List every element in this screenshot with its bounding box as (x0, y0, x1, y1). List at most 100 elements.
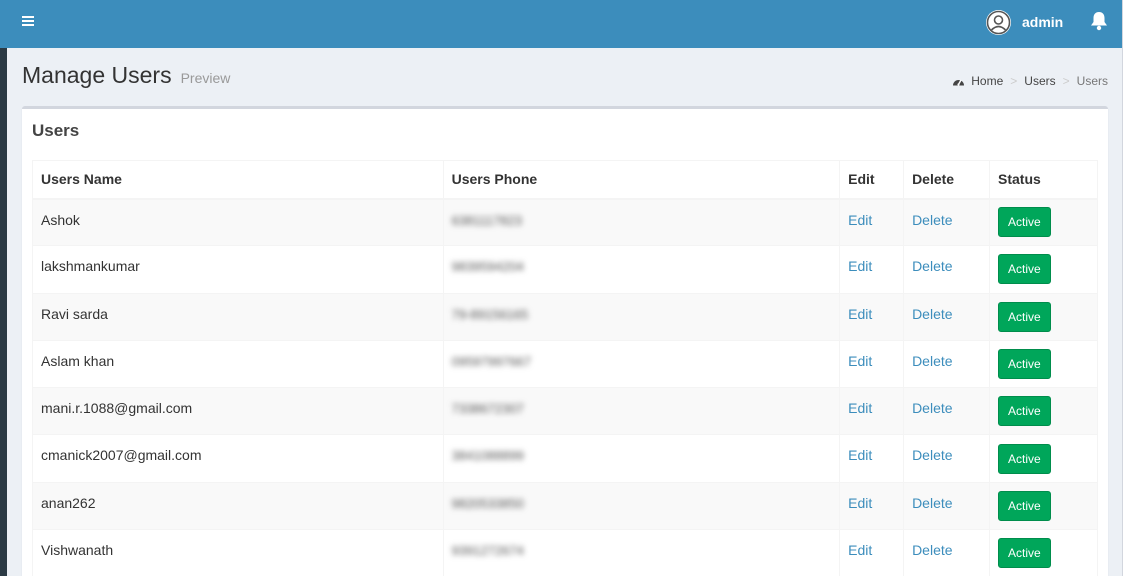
status-cell: Active (989, 292, 1098, 341)
delete-link[interactable]: Delete (912, 212, 952, 228)
user-phone-value: 7338672307 (451, 401, 524, 417)
bell-icon[interactable] (1090, 11, 1108, 31)
delete-cell: Delete (903, 245, 991, 294)
edit-link[interactable]: Edit (848, 447, 872, 463)
delete-cell: Delete (903, 197, 991, 247)
delete-link[interactable]: Delete (912, 353, 952, 369)
table-row: Aslam khan 09597997667 Edit Delete Activ… (32, 339, 1098, 389)
status-cell: Active (989, 387, 1098, 436)
delete-link[interactable]: Delete (912, 258, 952, 274)
column-header-phone: Users Phone (442, 160, 841, 200)
delete-link[interactable]: Delete (912, 447, 952, 463)
status-cell: Active (989, 481, 1098, 531)
dashboard-icon (952, 76, 965, 87)
top-navbar: admin (7, 0, 1122, 48)
user-name-cell: Vishwanath (32, 529, 444, 576)
user-phone-value: 3841088899 (451, 448, 524, 464)
status-active-button[interactable]: Active (998, 254, 1051, 285)
edit-cell: Edit (839, 292, 905, 341)
users-table: Users Name Users Phone Edit Delete Statu… (32, 160, 1098, 576)
column-header-delete: Delete (903, 160, 991, 200)
status-active-button[interactable]: Active (998, 301, 1051, 332)
status-cell: Active (989, 339, 1098, 389)
edit-link[interactable]: Edit (848, 258, 872, 274)
status-cell: Active (989, 197, 1098, 247)
status-active-button[interactable]: Active (998, 490, 1051, 521)
edit-cell: Edit (839, 245, 905, 294)
hamburger-icon[interactable] (22, 16, 34, 26)
status-active-button[interactable]: Active (998, 443, 1051, 474)
user-menu[interactable]: admin (986, 9, 1063, 35)
user-name-cell: lakshmankumar (32, 245, 444, 294)
status-active-button[interactable]: Active (998, 207, 1051, 238)
status-active-button[interactable]: Active (998, 538, 1051, 569)
breadcrumb-users[interactable]: Users (1024, 74, 1055, 88)
delete-cell: Delete (903, 529, 991, 576)
user-phone-cell: 09597997667 (442, 339, 841, 389)
table-row: Ravi sarda 79-89156165 Edit Delete Activ… (32, 292, 1098, 341)
column-header-edit: Edit (839, 160, 905, 200)
user-phone-value: 9820533850 (451, 495, 524, 511)
delete-link[interactable]: Delete (912, 495, 952, 511)
edit-link[interactable]: Edit (848, 306, 872, 322)
page-title: Manage Users (22, 62, 172, 88)
delete-link[interactable]: Delete (912, 306, 952, 322)
box-title: Users (32, 121, 80, 140)
user-name-cell: anan262 (32, 481, 444, 531)
delete-link[interactable]: Delete (912, 542, 952, 558)
user-phone-value: 9391272674 (451, 543, 524, 559)
user-name-cell: Ravi sarda (32, 292, 444, 341)
delete-cell: Delete (903, 481, 991, 531)
user-phone-value: 6381117823 (451, 212, 522, 228)
status-active-button[interactable]: Active (998, 396, 1051, 427)
column-header-status: Status (989, 160, 1098, 200)
edit-cell: Edit (839, 197, 905, 247)
table-row: Ashok 6381117823 Edit Delete Active (32, 197, 1098, 247)
status-cell: Active (989, 529, 1098, 576)
edit-cell: Edit (839, 529, 905, 576)
status-cell: Active (989, 434, 1098, 483)
column-header-name: Users Name (32, 160, 444, 200)
user-name: admin (1022, 14, 1064, 30)
status-cell: Active (989, 245, 1098, 294)
edit-link[interactable]: Edit (848, 353, 872, 369)
edit-link[interactable]: Edit (848, 495, 872, 511)
user-phone-value: 09597997667 (451, 353, 532, 369)
edit-link[interactable]: Edit (848, 400, 872, 416)
table-row: cmanick2007@gmail.com 3841088899 Edit De… (32, 434, 1098, 483)
breadcrumb-current: Users (1076, 74, 1108, 88)
user-phone-cell: 7338672307 (442, 387, 841, 436)
user-phone-cell: 6381117823 (442, 197, 841, 247)
edit-link[interactable]: Edit (848, 212, 872, 228)
table-row: lakshmankumar 9839594204 Edit Delete Act… (32, 245, 1098, 294)
edit-link[interactable]: Edit (848, 542, 872, 558)
sidebar-collapsed-strip (0, 0, 7, 576)
user-phone-cell: 9391272674 (442, 529, 841, 576)
table-row: anan262 9820533850 Edit Delete Active (32, 481, 1098, 531)
edit-cell: Edit (839, 434, 905, 483)
delete-cell: Delete (903, 434, 991, 483)
user-circle-icon (986, 9, 1011, 35)
scrollbar-track[interactable] (1122, 0, 1129, 576)
delete-cell: Delete (903, 387, 991, 436)
breadcrumb-separator: > (1062, 74, 1070, 88)
users-box: Users Users Name Users Phone Edit Delete… (22, 106, 1108, 576)
table-row: mani.r.1088@gmail.com 7338672307 Edit De… (32, 387, 1098, 436)
sidebar-dark-strip (0, 48, 7, 576)
user-phone-cell: 3841088899 (442, 434, 841, 483)
breadcrumb-home[interactable]: Home (971, 74, 1003, 88)
delete-cell: Delete (903, 339, 991, 389)
delete-link[interactable]: Delete (912, 400, 952, 416)
breadcrumb: Home > Users > Users (952, 74, 1108, 88)
user-name-cell: Aslam khan (32, 339, 444, 389)
breadcrumb-separator: > (1010, 74, 1018, 88)
user-name-cell: mani.r.1088@gmail.com (32, 387, 444, 436)
status-active-button[interactable]: Active (998, 349, 1051, 380)
user-name-cell: cmanick2007@gmail.com (32, 434, 444, 483)
page-subtitle: Preview (180, 70, 231, 86)
user-phone-value: 79-89156165 (451, 306, 529, 322)
table-header-row: Users Name Users Phone Edit Delete Statu… (32, 160, 1098, 200)
user-phone-cell: 9820533850 (442, 481, 841, 531)
user-phone-value: 9839594204 (451, 259, 524, 275)
table-row: Vishwanath 9391272674 Edit Delete Active (32, 529, 1098, 576)
